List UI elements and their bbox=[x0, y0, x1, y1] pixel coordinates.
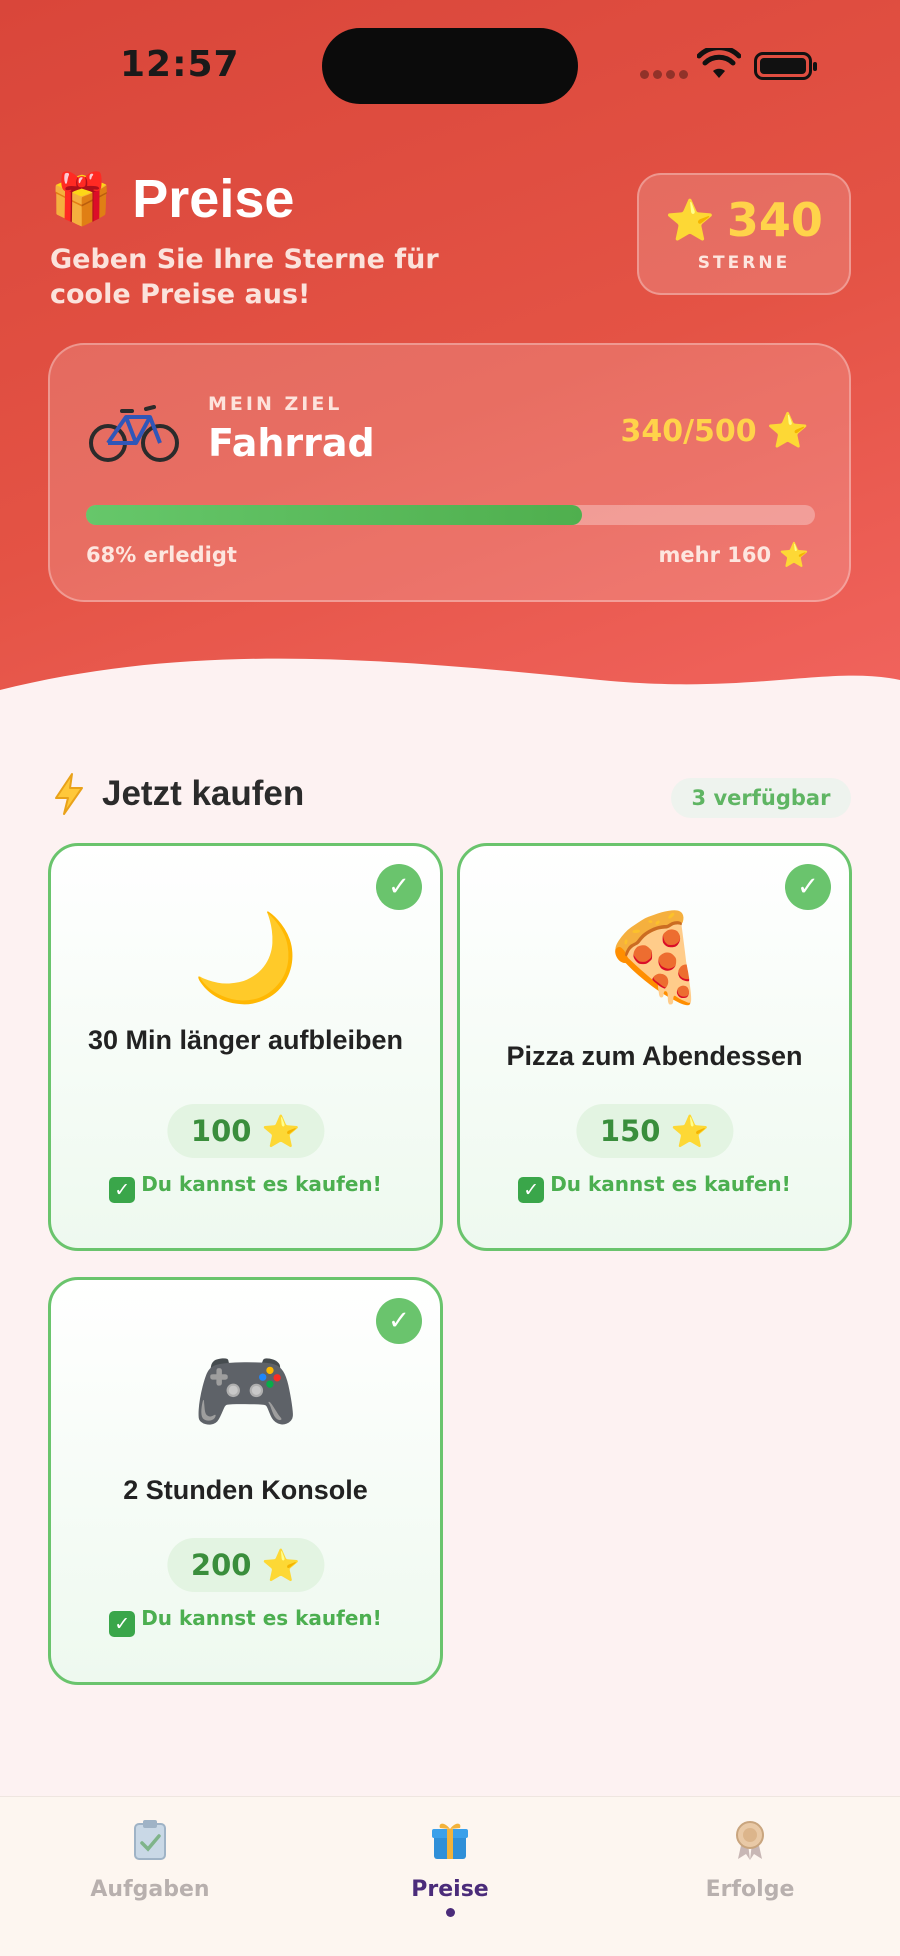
pizza-icon: 🍕 bbox=[600, 908, 709, 1008]
reward-title: Pizza zum Abendessen bbox=[506, 1041, 803, 1071]
status-time: 12:57 bbox=[120, 44, 240, 85]
page-subtitle: Geben Sie Ihre Sterne für coole Preise a… bbox=[50, 244, 439, 310]
section-header: Jetzt kaufen bbox=[52, 772, 304, 816]
moon-icon: 🌙 bbox=[191, 908, 300, 1008]
star-icon: ⭐ bbox=[665, 197, 715, 244]
dynamic-island bbox=[322, 28, 578, 104]
goal-progress-text: 340/500 bbox=[620, 413, 757, 449]
signal-dot bbox=[640, 70, 649, 79]
stars-count: 340 bbox=[726, 193, 823, 247]
reward-price: 200 ⭐ bbox=[166, 1538, 325, 1592]
reward-status-text: Du kannst es kaufen! bbox=[550, 1172, 791, 1196]
lightning-icon bbox=[55, 773, 83, 815]
goal-progress-fill bbox=[86, 505, 582, 525]
title-row: 🎁 Preise bbox=[50, 168, 294, 230]
goal-progress: 340/500 ⭐ bbox=[620, 411, 809, 451]
reward-status-text: Du kannst es kaufen! bbox=[141, 1606, 382, 1630]
reward-price: 150 ⭐ bbox=[575, 1104, 734, 1158]
check-icon: ✓ bbox=[785, 864, 831, 910]
check-icon: ✓ bbox=[376, 864, 422, 910]
checkbox-icon: ✓ bbox=[518, 1177, 545, 1203]
goal-card[interactable]: MEIN ZIEL Fahrrad 340/500 ⭐ 68% erledigt… bbox=[48, 343, 851, 602]
stars-balance: ⭐ 340 STERNE bbox=[637, 173, 851, 295]
reward-price-value: 200 bbox=[190, 1548, 252, 1582]
stars-label: STERNE bbox=[697, 253, 791, 273]
bicycle-icon bbox=[89, 405, 179, 462]
signal-dot bbox=[679, 70, 688, 79]
goal-progress-bar bbox=[86, 505, 815, 525]
reward-status: ✓ Du kannst es kaufen! bbox=[51, 1606, 440, 1637]
reward-card[interactable]: ✓ 🎮 2 Stunden Konsole 200 ⭐ ✓ Du kannst e… bbox=[48, 1277, 443, 1685]
signal-dot bbox=[666, 70, 675, 79]
gift-icon: 🎁 bbox=[50, 170, 113, 228]
tab-bar: Aufgaben Preise Erfolge bbox=[0, 1796, 900, 1956]
clipboard-icon bbox=[134, 1820, 166, 1860]
goal-name: Fahrrad bbox=[208, 421, 375, 465]
reward-title: 30 Min länger aufbleiben bbox=[87, 1025, 404, 1055]
check-icon: ✓ bbox=[376, 1298, 422, 1344]
reward-price: 100 ⭐ bbox=[166, 1104, 325, 1158]
tab-preise[interactable]: Preise bbox=[350, 1819, 550, 1917]
reward-status-text: Du kannst es kaufen! bbox=[141, 1172, 382, 1196]
signal-dot bbox=[653, 70, 662, 79]
wifi-icon bbox=[697, 48, 741, 78]
reward-card[interactable]: ✓ 🌙 30 Min länger aufbleiben 100 ⭐ ✓ Du k… bbox=[48, 843, 443, 1251]
gamepad-icon: 🎮 bbox=[191, 1342, 300, 1442]
page-title: Preise bbox=[132, 169, 295, 229]
reward-price-value: 100 bbox=[190, 1114, 252, 1148]
star-icon: ⭐ bbox=[766, 411, 809, 451]
reward-status: ✓ Du kannst es kaufen! bbox=[51, 1172, 440, 1203]
reward-card[interactable]: ✓ 🍕 Pizza zum Abendessen 150 ⭐ ✓ Du kanns… bbox=[457, 843, 852, 1251]
checkbox-icon: ✓ bbox=[109, 1177, 136, 1203]
reward-title: 2 Stunden Konsole bbox=[123, 1475, 368, 1505]
tab-aufgaben[interactable]: Aufgaben bbox=[50, 1819, 250, 1902]
star-icon: ⭐ bbox=[670, 1113, 710, 1150]
tab-label: Preise bbox=[411, 1877, 489, 1902]
checkbox-icon: ✓ bbox=[109, 1611, 136, 1637]
reward-status: ✓ Du kannst es kaufen! bbox=[460, 1172, 849, 1203]
star-icon: ⭐ bbox=[261, 1547, 301, 1584]
battery-icon bbox=[754, 52, 817, 80]
reward-price-value: 150 bbox=[599, 1114, 661, 1148]
goal-label: MEIN ZIEL bbox=[208, 393, 343, 415]
star-icon: ⭐ bbox=[779, 541, 809, 569]
goal-remaining: mehr 160 ⭐ bbox=[659, 541, 809, 569]
section-title: Jetzt kaufen bbox=[102, 774, 305, 813]
star-icon: ⭐ bbox=[261, 1113, 301, 1150]
header-wave bbox=[0, 658, 900, 740]
tab-label: Erfolge bbox=[705, 1877, 795, 1902]
active-tab-indicator bbox=[445, 1908, 455, 1917]
goal-remaining-text: mehr 160 bbox=[658, 543, 772, 567]
tab-erfolge[interactable]: Erfolge bbox=[650, 1819, 850, 1902]
tab-label: Aufgaben bbox=[90, 1877, 210, 1902]
gift-icon bbox=[432, 1823, 468, 1859]
medal-icon bbox=[736, 1821, 764, 1860]
goal-done-text: 68% erledigt bbox=[86, 543, 237, 567]
available-badge: 3 verfügbar bbox=[671, 778, 851, 818]
